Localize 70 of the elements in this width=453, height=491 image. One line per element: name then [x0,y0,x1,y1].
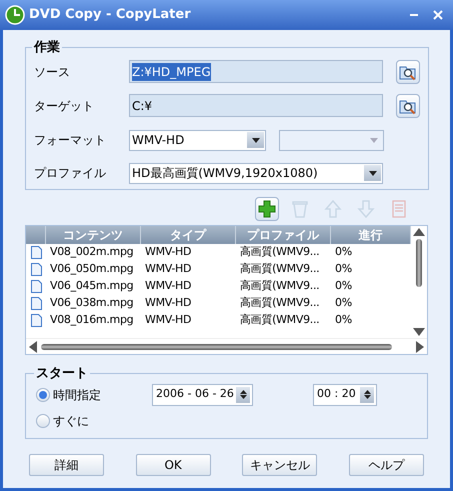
path-field[interactable]: C:¥ [129,94,383,117]
table-cell-text: 高画質(WMV9... [239,295,320,312]
path-text: Z:¥HD_MPEG [132,62,211,80]
table-cell-text: 0% [334,261,353,278]
spin-arrows-icon[interactable] [236,386,250,402]
close-icon [433,10,443,20]
caret-icon [368,170,376,176]
table-cell-text: V06_045m.mpg [49,278,134,294]
dialog-button[interactable]: キャンセル [242,454,318,476]
date-field[interactable]: 2006 - 06 - 26 [152,384,253,406]
dialog-button[interactable]: 詳細 [29,454,104,476]
file-icon [30,297,42,310]
table-cell-text: WMV-HD [144,278,192,294]
scroll-down-icon[interactable] [413,328,425,336]
radio-button[interactable] [36,414,50,428]
scroll-left-icon[interactable] [29,340,37,352]
scroll-right-icon[interactable] [416,340,424,352]
dialog-button[interactable]: OK [136,454,211,476]
radio-label: 時間指定 [53,386,101,404]
path-text: C:¥ [132,98,152,114]
file-icon [30,314,42,327]
file-icon [30,280,42,293]
table-cell-text: 高画質(WMV9... [239,261,320,278]
table-cell-text: 高画質(WMV9... [239,312,320,328]
table-cell-text: 高画質(WMV9... [239,278,320,294]
path-field[interactable]: Z:¥HD_MPEG [129,60,383,83]
table-cell-text: V06_038m.mpg [49,295,134,312]
toolbar-button[interactable] [255,197,279,221]
dialog-button[interactable]: ヘルプ [348,454,424,476]
file-icon [30,246,42,259]
plus-icon [257,199,277,219]
table-cell-text: 0% [334,312,353,328]
browse-button[interactable] [396,60,420,84]
table-cell-text: V08_016m.mpg [49,312,134,328]
caret-icon [370,138,378,142]
radio-label: すぐに [53,412,89,430]
field-label: ターゲット [34,98,95,114]
field-label: プロファイル [34,165,107,182]
table-cell-text: 高画質(WMV9... [239,244,320,260]
table-cell-text: WMV-HD [144,244,192,260]
table-cell-text: WMV-HD [144,261,192,278]
table-cell-text: 0% [334,244,353,260]
spin-arrows-icon[interactable] [360,386,374,402]
time-field[interactable]: 00 : 20 [313,384,377,406]
format-dropdown[interactable]: WMV-HD [129,130,266,150]
caret-icon [252,138,260,142]
scroll-thumb[interactable] [41,344,392,350]
table-cell-text: V06_050m.mpg [49,261,134,278]
profile-dropdown[interactable]: HD最高画質(WMV9,1920x1080) [129,162,383,184]
field-label: フォーマット [34,132,107,149]
group-title: スタート [35,365,89,383]
file-icon [30,263,42,276]
up-arrow-icon [323,199,343,219]
table-cell-text: WMV-HD [144,312,192,328]
field-label: ソース [34,64,71,80]
scroll-up-icon[interactable] [413,228,425,236]
vertical-scrollbar[interactable] [411,226,427,338]
clock-icon [5,5,25,25]
down-arrow-icon [356,199,376,219]
window-title: DVD Copy - CopyLater [29,6,192,24]
group-title: 作業 [32,39,61,57]
horizontal-scrollbar[interactable] [26,338,427,354]
table-cell-text: V08_002m.mpg [49,244,134,260]
table-cell-text: WMV-HD [144,295,192,312]
trash-can-icon [290,199,310,219]
browse-button[interactable] [396,94,420,118]
table-cell-text: 0% [334,295,353,312]
scroll-thumb[interactable] [416,239,422,287]
radio-button[interactable] [36,388,50,402]
table-cell-text: 0% [334,278,353,294]
